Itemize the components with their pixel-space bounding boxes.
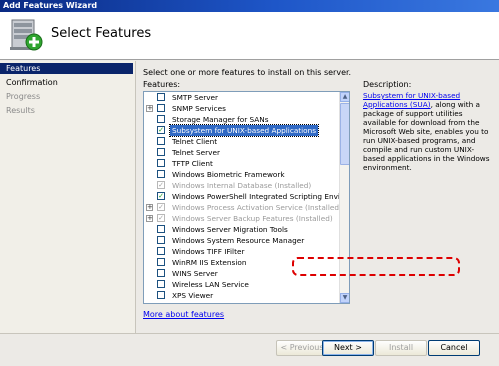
feature-label: Windows PowerShell Integrated Scripting …: [172, 192, 349, 201]
feature-checkbox[interactable]: [157, 137, 165, 145]
scroll-thumb[interactable]: [340, 103, 349, 165]
feature-row[interactable]: Wireless LAN Service: [144, 279, 341, 290]
window-title: Add Features Wizard: [3, 1, 98, 10]
description-label: Description:: [363, 80, 412, 89]
feature-label: WINS Server: [172, 269, 218, 278]
feature-row[interactable]: ✓ Windows PowerShell Integrated Scripting…: [144, 191, 349, 202]
nav-step-features[interactable]: Features: [0, 63, 133, 74]
feature-label: SMTP Server: [172, 93, 219, 102]
expand-icon[interactable]: +: [146, 204, 153, 211]
more-about-features-link[interactable]: More about features: [143, 310, 224, 319]
feature-checkbox[interactable]: [157, 170, 165, 178]
wizard-header: Select Features: [0, 12, 499, 60]
feature-checkbox[interactable]: [157, 291, 165, 299]
instruction-text: Select one or more features to install o…: [143, 68, 352, 77]
feature-checkbox[interactable]: [157, 269, 165, 277]
feature-row[interactable]: ✓ Windows Internal Database (Installed): [144, 180, 341, 191]
feature-checkbox[interactable]: [157, 148, 165, 156]
feature-checkbox[interactable]: [157, 236, 165, 244]
feature-label: Wireless LAN Service: [172, 280, 249, 289]
nav-step-confirmation[interactable]: Confirmation: [0, 77, 133, 88]
footer-divider: [0, 333, 499, 334]
cancel-button[interactable]: Cancel: [428, 340, 480, 356]
feature-row[interactable]: Windows System Resource Manager: [144, 235, 341, 246]
feature-row[interactable]: TFTP Client: [144, 158, 341, 169]
feature-row[interactable]: Windows Biometric Framework: [144, 169, 341, 180]
feature-label: TFTP Client: [172, 159, 213, 168]
nav-step-results: Results: [6, 106, 35, 115]
feature-label: SNMP Services: [172, 104, 226, 113]
feature-label: Windows TIFF IFilter: [172, 247, 245, 256]
feature-label: XPS Viewer: [172, 291, 214, 300]
feature-row[interactable]: Telnet Client: [144, 136, 341, 147]
feature-label: Windows Internal Database (Installed): [172, 181, 312, 190]
feature-checkbox[interactable]: [157, 280, 165, 288]
feature-row[interactable]: + ✓ Windows Server Backup Features (Instal…: [144, 213, 341, 224]
next-button[interactable]: Next >: [322, 340, 374, 356]
feature-row[interactable]: Storage Manager for SANs: [144, 114, 341, 125]
feature-row[interactable]: XPS Viewer: [144, 290, 341, 301]
feature-label: Telnet Server: [172, 148, 220, 157]
window-title-bar[interactable]: Add Features Wizard: [0, 0, 499, 12]
feature-checkbox[interactable]: [157, 115, 165, 123]
feature-checkbox[interactable]: [157, 247, 165, 255]
description-body: , along with a package of support utilit…: [363, 100, 490, 172]
feature-label: Windows Biometric Framework: [172, 170, 285, 179]
wizard-steps-nav: Features Confirmation Progress Results: [0, 61, 136, 333]
main-panel: Select one or more features to install o…: [137, 61, 499, 333]
feature-label: Windows Server Migration Tools: [172, 225, 288, 234]
feature-row[interactable]: Telnet Server: [144, 147, 341, 158]
nav-step-progress: Progress: [6, 92, 41, 101]
install-button[interactable]: Install: [375, 340, 427, 356]
feature-row[interactable]: Windows Server Migration Tools: [144, 224, 341, 235]
feature-label: WinRM IIS Extension: [172, 258, 247, 267]
feature-checkbox[interactable]: ✓: [157, 192, 165, 200]
feature-checkbox[interactable]: ✓: [157, 181, 165, 189]
feature-checkbox[interactable]: ✓: [157, 214, 165, 222]
feature-label: Windows System Resource Manager: [172, 236, 305, 245]
feature-label: Subsystem for UNIX-based Applications: [168, 124, 320, 137]
feature-checkbox[interactable]: [157, 93, 165, 101]
feature-label: Storage Manager for SANs: [172, 115, 269, 124]
previous-button[interactable]: < Previous: [276, 340, 328, 356]
feature-row[interactable]: SMTP Server: [144, 92, 341, 103]
feature-row[interactable]: + SNMP Services: [144, 103, 341, 114]
server-features-icon: [10, 19, 43, 51]
scroll-down-icon[interactable]: ▼: [340, 293, 349, 303]
feature-label: Windows Process Activation Service (Inst…: [172, 203, 342, 212]
feature-row[interactable]: + ✓ Windows Process Activation Service (In…: [144, 202, 342, 213]
feature-label: Telnet Client: [172, 137, 218, 146]
feature-checkbox[interactable]: ✓: [157, 203, 165, 211]
scroll-up-icon[interactable]: ▲: [340, 92, 349, 102]
features-label: Features:: [143, 80, 181, 89]
page-title: Select Features: [51, 26, 152, 41]
feature-checkbox[interactable]: ✓: [157, 126, 165, 134]
feature-checkbox[interactable]: [157, 159, 165, 167]
feature-row[interactable]: Windows TIFF IFilter: [144, 246, 341, 257]
expand-icon[interactable]: +: [146, 215, 153, 222]
expand-icon[interactable]: +: [146, 105, 153, 112]
feature-checkbox[interactable]: [157, 258, 165, 266]
description-text: Subsystem for UNIX-based Applications (S…: [363, 91, 493, 172]
feature-label: Windows Server Backup Features (Installe…: [172, 214, 333, 223]
feature-row[interactable]: ✓ Subsystem for UNIX-based Applications: [144, 124, 341, 137]
feature-checkbox[interactable]: [157, 225, 165, 233]
highlight-annotation: [292, 257, 460, 276]
feature-checkbox[interactable]: [157, 104, 165, 112]
